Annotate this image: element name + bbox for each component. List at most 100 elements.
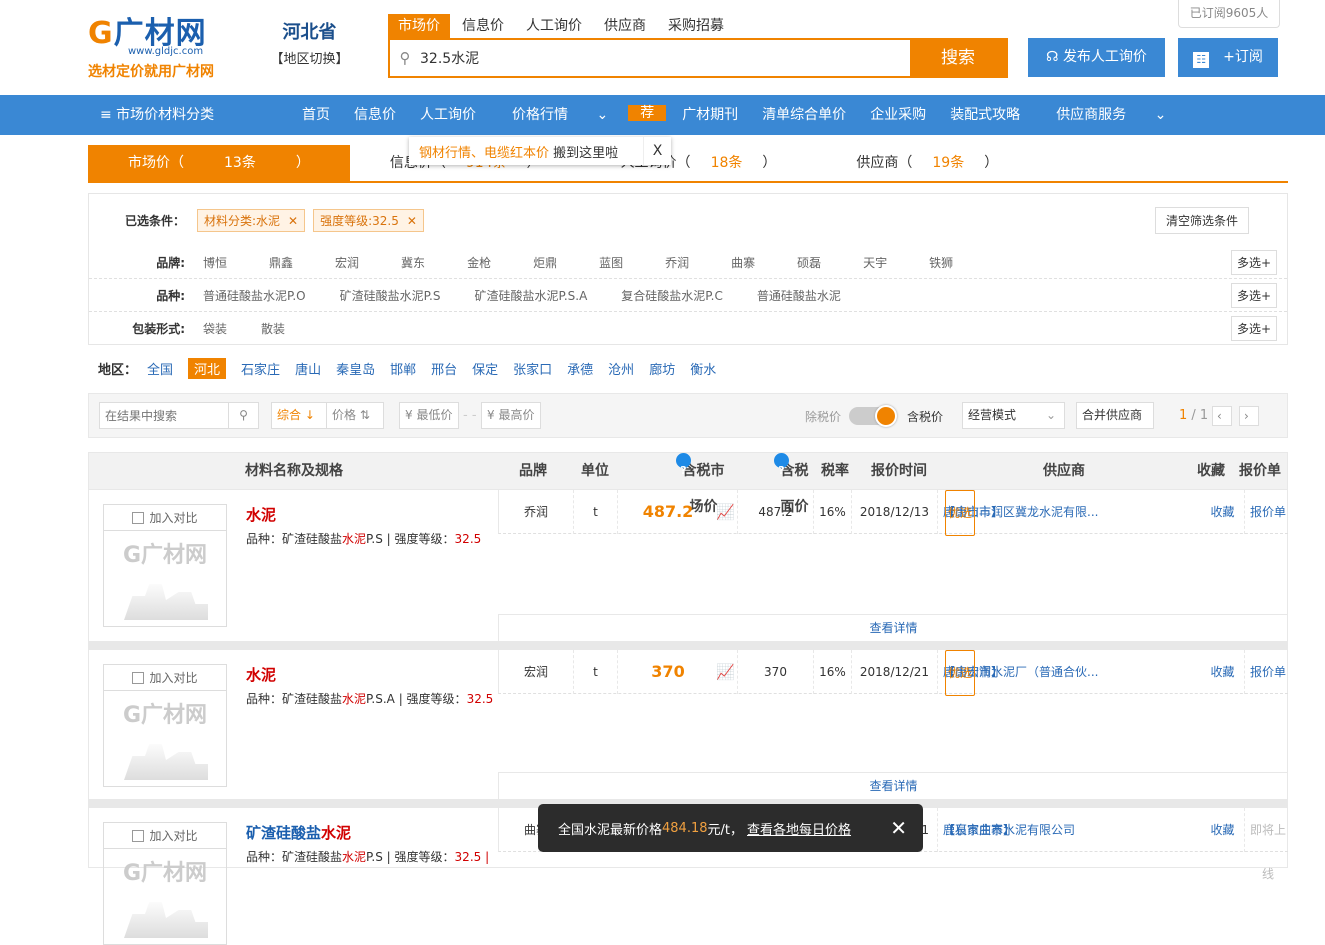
nav-tooltip: 钢材行情、电缆红本价 搬到这里啦 X <box>409 137 671 165</box>
filter-option[interactable]: 硕磊 <box>797 254 821 271</box>
publish-inquiry-button[interactable]: ☊ 发布人工询价 <box>1028 38 1165 77</box>
checkbox-icon[interactable] <box>132 672 145 684</box>
subscribe-button[interactable]: ☷ +订阅 <box>1178 38 1278 77</box>
filter-option[interactable]: 天宇 <box>863 254 887 271</box>
filter-option[interactable]: 冀东 <box>401 254 425 271</box>
region-option[interactable]: 廊坊 <box>649 359 675 378</box>
view-details-link[interactable]: 查看详情 <box>498 772 1288 799</box>
region-option[interactable]: 全国 <box>147 359 173 378</box>
nav-item[interactable]: 人工询价 <box>408 95 488 135</box>
multi-select-button[interactable]: 多选+ <box>1230 282 1277 308</box>
nav-item[interactable]: 装配式攻略 <box>938 95 1032 135</box>
tab-suppliers[interactable]: 供应商（ 19条） <box>816 145 1038 181</box>
filter-option[interactable]: 炬鼎 <box>533 254 557 271</box>
region-option[interactable]: 石家庄 <box>241 359 280 378</box>
search-button[interactable]: 搜索 <box>910 40 1006 76</box>
filter-option[interactable]: 普通硅酸盐水泥P.O <box>203 287 306 304</box>
filter-option[interactable]: 复合硅酸盐水泥P.C <box>621 287 723 304</box>
site-logo[interactable]: G广材网 www.gldjc.com 选材定价就用广材网 <box>88 8 223 80</box>
search-icon[interactable]: ⚲ <box>228 403 258 428</box>
favorite-link[interactable]: 收藏 <box>1201 808 1245 852</box>
category-menu[interactable]: ≡ 市场价材料分类 <box>100 95 214 135</box>
filter-option[interactable]: 蓝图 <box>599 254 623 271</box>
region-option[interactable]: 衡水 <box>690 359 716 378</box>
nav-item[interactable]: 广材期刊 <box>670 95 750 135</box>
nav-item[interactable]: 企业采购 <box>858 95 938 135</box>
search-input[interactable] <box>420 40 910 76</box>
merge-suppliers-button[interactable]: 合并供应商 <box>1076 402 1154 429</box>
clear-filters-button[interactable]: 清空筛选条件 <box>1154 206 1249 234</box>
nav-item-supplier-services[interactable]: 供应商服务 ⌄ <box>1032 95 1190 135</box>
prev-page-button[interactable]: ‹ <box>1212 406 1232 426</box>
row-cells: 乔润 t 487.2 📈 487.2 16% 2018/12/13 【唐山市】 唐山市丰润区冀龙… <box>498 490 1291 536</box>
filter-option[interactable]: 宏润 <box>335 254 359 271</box>
filter-option[interactable]: 袋装 <box>203 320 227 337</box>
filter-chip[interactable]: 材料分类:水泥 ✕ <box>197 208 306 232</box>
next-page-button[interactable]: › <box>1239 406 1259 426</box>
trend-chart-icon[interactable]: 📈 <box>714 650 738 694</box>
multi-select-button[interactable]: 多选+ <box>1230 316 1277 341</box>
search-tab[interactable]: 市场价 <box>388 14 450 38</box>
sort-price[interactable]: 价格 ⇅ <box>326 402 384 429</box>
add-to-compare[interactable]: 加入对比 <box>104 505 226 531</box>
filter-option[interactable]: 矿渣硅酸盐水泥P.S <box>340 287 441 304</box>
headset-icon: ☊ <box>1046 49 1063 65</box>
multi-select-button[interactable]: 多选+ <box>1230 249 1277 275</box>
trend-chart-icon[interactable]: 📈 <box>714 490 738 534</box>
supplier-name[interactable]: 鹿泉市曲寨水泥有限公司 <box>943 808 1075 852</box>
product-name[interactable]: 矿渣硅酸盐水泥 <box>246 822 351 843</box>
region-option[interactable]: 保定 <box>472 359 498 378</box>
quote-link[interactable]: 报价单 <box>1245 650 1291 694</box>
close-icon[interactable]: X <box>643 137 671 165</box>
filter-option[interactable]: 乔润 <box>665 254 689 271</box>
region-switch-link[interactable]: 【地区切换】 <box>262 48 357 67</box>
result-search-input[interactable] <box>100 403 225 428</box>
region-option[interactable]: 承德 <box>567 359 593 378</box>
nav-item[interactable]: 信息价 <box>342 95 408 135</box>
filter-option[interactable]: 铁狮 <box>929 254 953 271</box>
add-to-compare[interactable]: 加入对比 <box>104 823 226 849</box>
help-icon[interactable]: ? <box>774 453 789 477</box>
filter-option[interactable]: 鼎鑫 <box>269 254 293 271</box>
filter-option[interactable]: 矿渣硅酸盐水泥P.S.A <box>474 287 587 304</box>
filter-option[interactable]: 博恒 <box>203 254 227 271</box>
business-mode-select[interactable]: 经营模式 ⌄ <box>962 402 1065 429</box>
product-name[interactable]: 水泥 <box>246 664 276 685</box>
tax-toggle[interactable] <box>849 405 897 427</box>
checkbox-icon[interactable] <box>132 512 145 524</box>
product-name[interactable]: 水泥 <box>246 504 276 525</box>
region-option[interactable]: 唐山 <box>295 359 321 378</box>
add-to-compare[interactable]: 加入对比 <box>104 665 226 691</box>
search-tab[interactable]: 信息价 <box>452 14 514 38</box>
region-option[interactable]: 张家口 <box>513 359 552 378</box>
help-icon[interactable]: ? <box>676 453 691 477</box>
favorite-link[interactable]: 收藏 <box>1201 650 1245 694</box>
quote-link[interactable]: 报价单 <box>1245 490 1291 534</box>
search-tab[interactable]: 采购招募 <box>658 14 734 38</box>
min-price-input[interactable]: ¥ 最低价 <box>399 402 459 429</box>
province-selector[interactable]: 河北省 【地区切换】 <box>262 18 357 67</box>
checkbox-icon[interactable] <box>132 830 145 842</box>
nav-item-price-trends[interactable]: 价格行情 ⌄ 荐 <box>488 95 670 135</box>
region-option[interactable]: 邢台 <box>431 359 457 378</box>
search-tab[interactable]: 供应商 <box>594 14 656 38</box>
filter-option[interactable]: 曲寨 <box>731 254 755 271</box>
region-option[interactable]: 秦皇岛 <box>336 359 375 378</box>
favorite-link[interactable]: 收藏 <box>1201 490 1245 534</box>
sort-default[interactable]: 综合 ↓ <box>271 402 327 429</box>
daily-price-link[interactable]: 查看各地每日价格 <box>747 819 851 838</box>
region-option[interactable]: 沧州 <box>608 359 634 378</box>
region-option[interactable]: 河北 <box>188 358 227 379</box>
filter-option[interactable]: 散装 <box>261 320 285 337</box>
nav-item[interactable]: 清单综合单价 <box>750 95 858 135</box>
close-icon[interactable]: ✕ <box>890 816 907 840</box>
filter-chip[interactable]: 强度等级:32.5 ✕ <box>313 208 424 232</box>
tab-market-price[interactable]: 市场价（ 13条） <box>88 145 350 181</box>
nav-item[interactable]: 首页 <box>290 95 342 135</box>
filter-option[interactable]: 金枪 <box>467 254 491 271</box>
search-tab[interactable]: 人工询价 <box>516 14 592 38</box>
filter-option[interactable]: 普通硅酸盐水泥 <box>757 287 841 304</box>
view-details-link[interactable]: 查看详情 <box>498 614 1288 641</box>
max-price-input[interactable]: ¥ 最高价 <box>481 402 541 429</box>
region-option[interactable]: 邯郸 <box>390 359 416 378</box>
